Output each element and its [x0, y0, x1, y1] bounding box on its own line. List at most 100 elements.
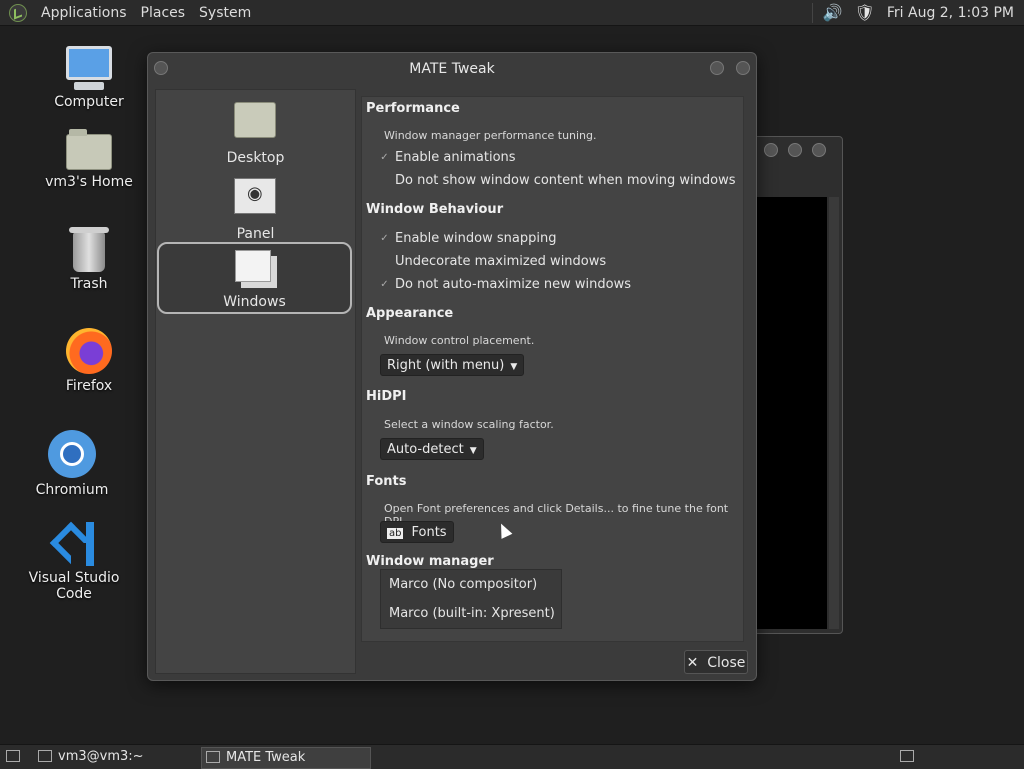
- checkbox-label: Undecorate maximized windows: [395, 254, 607, 269]
- desktop-icon-trash[interactable]: Trash: [34, 227, 144, 292]
- volume-icon[interactable]: 🔊: [823, 3, 843, 22]
- windows-settings-icon: [235, 250, 271, 282]
- panel-settings-icon: [234, 178, 276, 214]
- desktop-icon-vscode[interactable]: Visual Studio Code: [19, 522, 129, 602]
- bottom-panel: vm3@vm3:~ MATE Tweak: [0, 744, 1024, 769]
- minimize-icon[interactable]: [764, 143, 778, 157]
- checkbox-window-snapping[interactable]: ✓ Enable window snapping: [380, 231, 556, 246]
- desktop-icon-label: Chromium: [35, 482, 109, 498]
- checkbox-label: Enable animations: [395, 150, 516, 165]
- terminal-icon: [38, 750, 52, 762]
- desktop-icon-chromium[interactable]: Chromium: [17, 430, 127, 498]
- system-tray: 🔊 🛡 Fri Aug 2, 1:03 PM: [811, 0, 1014, 25]
- mate-tweak-icon: [206, 751, 220, 763]
- workspace-switcher[interactable]: [896, 747, 918, 767]
- hidpi-description: Select a window scaling factor.: [384, 418, 554, 431]
- close-button-label: Close: [707, 655, 746, 671]
- checkbox-label: Enable window snapping: [395, 231, 557, 246]
- chevron-down-icon: ▼: [510, 362, 518, 372]
- titlebar[interactable]: MATE Tweak: [148, 53, 756, 85]
- checkbox-no-auto-maximize[interactable]: ✓ Do not auto-maximize new windows: [380, 277, 631, 292]
- list-item[interactable]: Marco (built-in: Xpresent): [389, 606, 555, 621]
- checkmark-icon: ✓: [380, 233, 389, 244]
- menu-system[interactable]: System: [199, 5, 251, 21]
- main-menu: Applications Places System: [0, 0, 265, 25]
- close-button[interactable]: ✕ Close: [684, 650, 748, 674]
- section-heading-window-manager: Window manager: [366, 554, 494, 569]
- desktop-icon-firefox[interactable]: Firefox: [34, 328, 144, 394]
- checkmark-icon: ✓: [380, 152, 389, 163]
- desktop-icon-home[interactable]: vm3's Home: [34, 129, 144, 190]
- taskbar-item-terminal[interactable]: vm3@vm3:~: [34, 747, 218, 767]
- window-manager-list[interactable]: Marco (No compositor) Marco (built-in: X…: [380, 569, 562, 629]
- home-folder-icon: [34, 129, 144, 170]
- checkbox-empty-icon: [380, 176, 389, 185]
- desktop-settings-icon: [234, 102, 276, 138]
- window-controls: [764, 143, 826, 157]
- checkbox-label: Do not show window content when moving w…: [395, 173, 736, 188]
- scaling-factor-dropdown[interactable]: Auto-detect ▼: [380, 438, 484, 460]
- appearance-description: Window control placement.: [384, 334, 535, 347]
- checkbox-enable-animations[interactable]: ✓ Enable animations: [380, 150, 516, 165]
- section-heading-fonts: Fonts: [366, 474, 407, 489]
- taskbar-item-mate-tweak[interactable]: MATE Tweak: [201, 747, 371, 769]
- show-desktop-button[interactable]: [2, 747, 22, 767]
- checkbox-label: Do not auto-maximize new windows: [395, 277, 631, 292]
- minimize-icon[interactable]: [710, 61, 724, 75]
- top-panel: Applications Places System 🔊 🛡 Fri Aug 2…: [0, 0, 1024, 26]
- terminal-area[interactable]: [757, 197, 827, 629]
- close-icon[interactable]: [812, 143, 826, 157]
- sidebar-item-label: Desktop: [226, 150, 285, 166]
- chevron-down-icon: ▼: [469, 446, 477, 456]
- checkmark-icon: ✓: [380, 279, 389, 290]
- dropdown-value: Auto-detect: [387, 442, 464, 457]
- trash-icon: [34, 227, 144, 272]
- clock[interactable]: Fri Aug 2, 1:03 PM: [887, 5, 1014, 21]
- mate-tweak-window: MATE Tweak Desktop Panel Windows Perform…: [147, 52, 757, 681]
- dropdown-value: Right (with menu): [387, 358, 505, 373]
- checkbox-no-window-content-moving[interactable]: Do not show window content when moving w…: [380, 173, 736, 188]
- window-controls: [710, 61, 750, 75]
- window-menu-icon[interactable]: [154, 61, 168, 75]
- mate-logo-icon: [9, 3, 27, 22]
- desktop-icon-label: Firefox: [65, 378, 113, 394]
- menu-places[interactable]: Places: [141, 5, 186, 21]
- section-heading-performance: Performance: [366, 101, 460, 116]
- taskbar-item-label: MATE Tweak: [226, 750, 306, 765]
- font-icon: ab: [387, 528, 404, 539]
- desktop-icon-label: vm3's Home: [45, 174, 133, 190]
- shield-icon[interactable]: 🛡: [855, 3, 875, 22]
- chromium-icon: [17, 430, 127, 478]
- list-item[interactable]: Marco (No compositor): [389, 577, 537, 592]
- sidebar: Desktop Panel Windows: [155, 89, 356, 674]
- sidebar-item-label: Windows: [223, 294, 286, 310]
- firefox-icon: [34, 328, 144, 374]
- desktop-icon-label: Trash: [70, 276, 108, 292]
- sidebar-item-desktop[interactable]: Desktop: [156, 96, 355, 168]
- checkbox-empty-icon: [380, 257, 389, 266]
- desktop-icon-label: Visual Studio Code: [28, 570, 120, 602]
- fonts-button[interactable]: ab Fonts: [380, 521, 454, 543]
- computer-icon: [34, 46, 144, 90]
- sidebar-item-windows[interactable]: Windows: [157, 242, 352, 314]
- section-heading-hidpi: HiDPI: [366, 389, 407, 404]
- sidebar-item-panel[interactable]: Panel: [156, 172, 355, 244]
- control-placement-dropdown[interactable]: Right (with menu) ▼: [380, 354, 525, 376]
- fonts-button-label: Fonts: [411, 525, 447, 540]
- performance-description: Window manager performance tuning.: [384, 129, 597, 142]
- desktop-icon-computer[interactable]: Computer: [34, 46, 144, 110]
- window-title: MATE Tweak: [409, 61, 495, 77]
- taskbar-item-label: vm3@vm3:~: [58, 749, 144, 764]
- close-icon: ✕: [686, 655, 699, 671]
- show-desktop-icon: [6, 750, 20, 762]
- vscode-icon: [19, 522, 129, 566]
- checkbox-undecorate-maximized[interactable]: Undecorate maximized windows: [380, 254, 606, 269]
- maximize-icon[interactable]: [736, 61, 750, 75]
- scrollbar[interactable]: [829, 197, 839, 629]
- workspace-icon: [900, 750, 914, 762]
- maximize-icon[interactable]: [788, 143, 802, 157]
- background-terminal-window[interactable]: [753, 136, 843, 634]
- tray-separator: [811, 2, 813, 23]
- sidebar-item-label: Panel: [236, 226, 275, 242]
- menu-applications[interactable]: Applications: [41, 5, 127, 21]
